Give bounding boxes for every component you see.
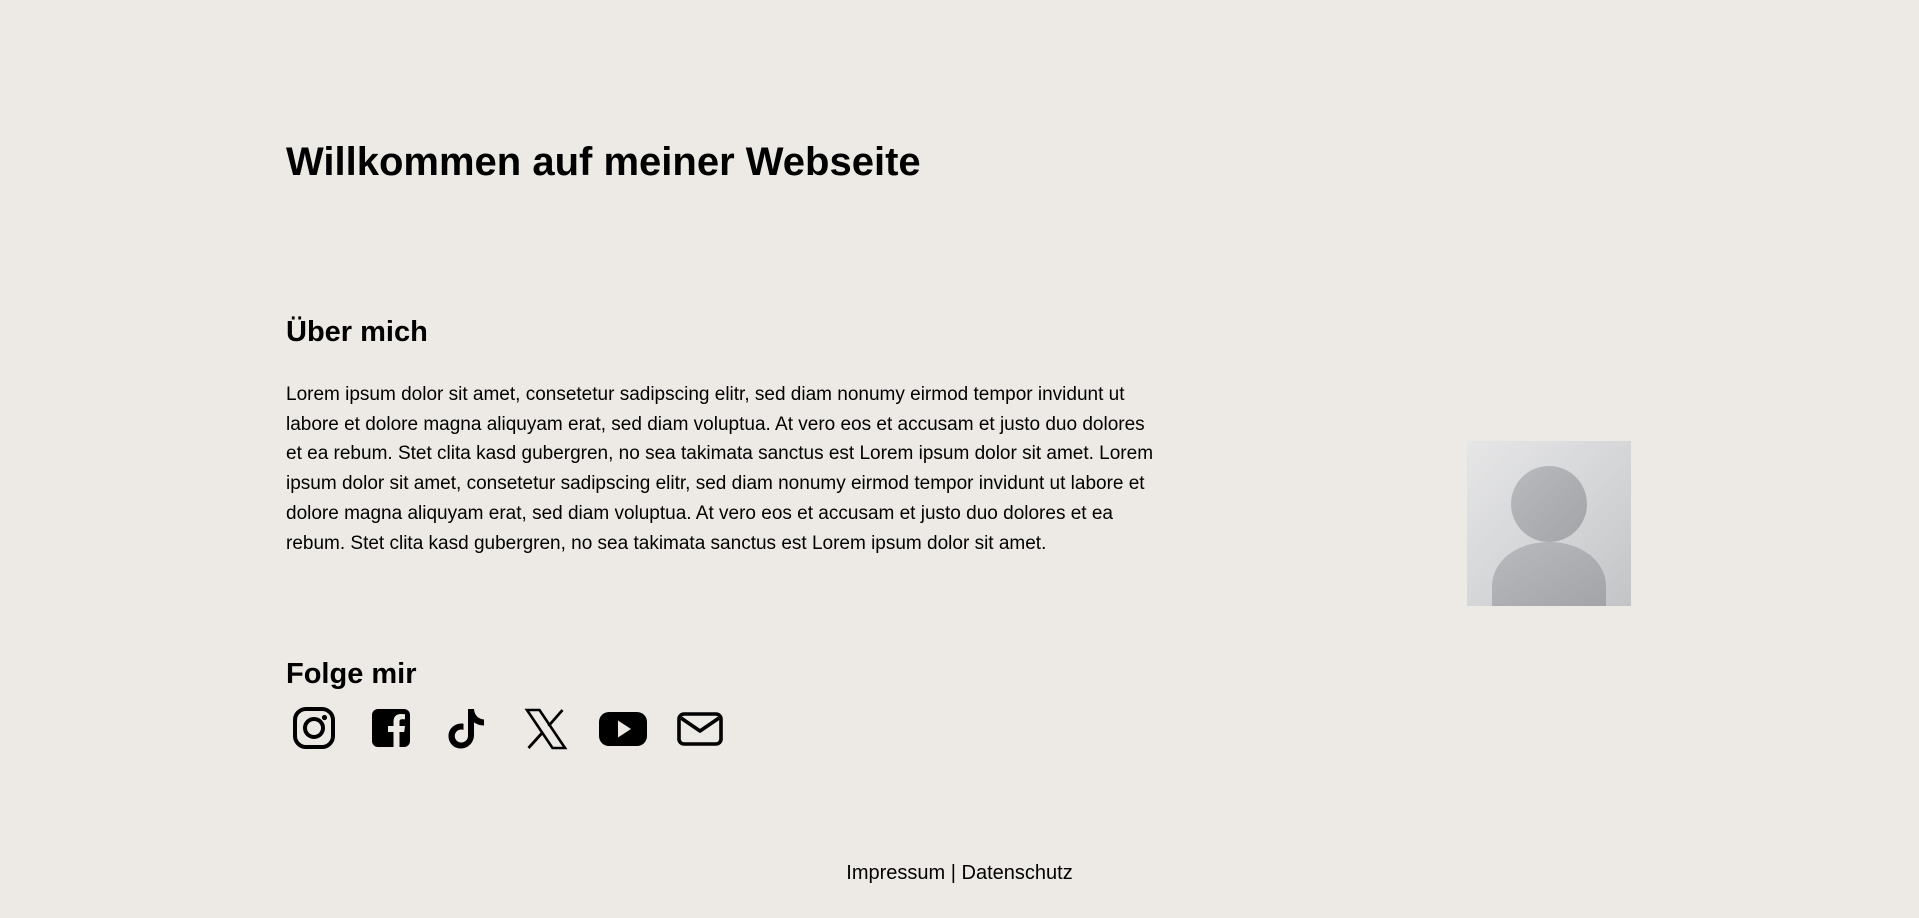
mail-icon (677, 712, 723, 746)
tiktok-link[interactable] (444, 706, 494, 752)
youtube-link[interactable] (598, 706, 648, 752)
page: Willkommen auf meiner Webseite Über mich… (0, 0, 1919, 918)
about-heading: Über mich (286, 316, 428, 348)
instagram-link[interactable] (290, 706, 340, 752)
instagram-icon (293, 707, 335, 749)
facebook-link[interactable] (367, 706, 417, 752)
youtube-icon (599, 712, 647, 746)
social-icons-row (290, 706, 752, 752)
email-link[interactable] (675, 706, 725, 752)
tiktok-icon (448, 709, 484, 749)
footer-separator: | (945, 862, 962, 884)
datenschutz-link[interactable]: Datenschutz (962, 862, 1073, 884)
facebook-icon (372, 709, 410, 747)
footer: Impressum | Datenschutz (0, 858, 1919, 888)
page-title: Willkommen auf meiner Webseite (286, 140, 921, 184)
about-text: Lorem ipsum dolor sit amet, consetetur s… (286, 384, 1154, 554)
x-icon (524, 708, 568, 750)
x-link[interactable] (521, 706, 571, 752)
avatar (1467, 441, 1631, 606)
impressum-link[interactable]: Impressum (846, 862, 945, 884)
follow-heading: Folge mir (286, 658, 417, 690)
person-placeholder-icon (1492, 466, 1606, 606)
